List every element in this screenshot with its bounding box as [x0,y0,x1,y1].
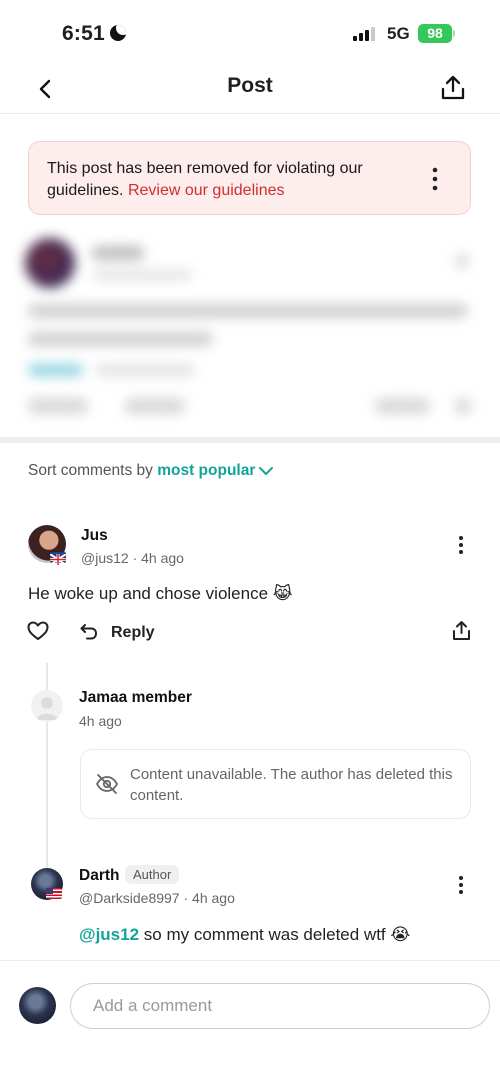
reply-body: @jus12 so my comment was deleted wtf 😭 [79,925,410,945]
page-title: Post [227,74,273,97]
comment-meta: @jus12 · 4h ago [81,550,184,566]
author-badge: Author [125,865,180,884]
network-label: 5G [387,24,410,43]
status-bar: 6:51 5G 98 [0,0,500,62]
composer-divider [0,960,500,961]
battery-tip [453,30,455,37]
status-time: 6:51 [62,22,105,45]
comment-more-icon[interactable] [456,533,466,557]
current-user-avatar[interactable] [19,987,56,1024]
user-mention-link[interactable]: @jus12 [79,925,139,944]
share-icon[interactable] [440,74,466,102]
add-comment-input[interactable] [70,983,490,1029]
comment-more-icon[interactable] [456,873,466,897]
battery-icon: 98 [418,24,452,43]
blurred-post-content [0,228,500,433]
blurred-avatar [25,238,75,288]
eye-off-icon [95,774,119,794]
battery-level: 98 [427,25,443,41]
comment-author[interactable]: Jus [81,527,108,545]
reply-author: Jamaa member [79,689,192,706]
content-unavailable-text: Content unavailable. The author has dele… [130,766,453,804]
section-divider [0,437,500,443]
removed-post-banner: This post has been removed for violating… [28,141,471,215]
sort-label: Sort comments by [28,462,153,479]
chevron-down-icon [259,466,274,475]
more-options-icon[interactable] [429,166,441,192]
us-flag-icon [46,888,62,899]
signal-icon [353,27,379,41]
moon-icon [110,25,126,41]
reply-body-text: so my comment was deleted wtf 😭 [139,925,411,944]
uk-flag-icon [49,552,67,566]
reply-meta: 4h ago [79,713,122,729]
sort-comments-row: Sort comments by most popular [28,462,274,480]
sort-value: most popular [157,462,256,479]
reply-meta: @Darkside8997 · 4h ago [79,890,235,906]
removed-message: This post has been removed for violating… [47,158,407,202]
reply-author[interactable]: Darth [79,867,119,885]
heart-icon[interactable] [27,621,49,641]
share-icon[interactable] [452,620,471,641]
top-nav: Post [0,62,500,114]
content-unavailable-box: Content unavailable. The author has dele… [80,749,471,819]
sort-dropdown[interactable]: most popular [157,462,274,479]
avatar [31,690,63,722]
reply-button[interactable]: Reply [111,624,155,642]
reply-arrow-icon[interactable] [80,623,98,641]
review-guidelines-link[interactable]: Review our guidelines [128,182,285,199]
comment-body: He woke up and chose violence 😹 [28,584,293,603]
